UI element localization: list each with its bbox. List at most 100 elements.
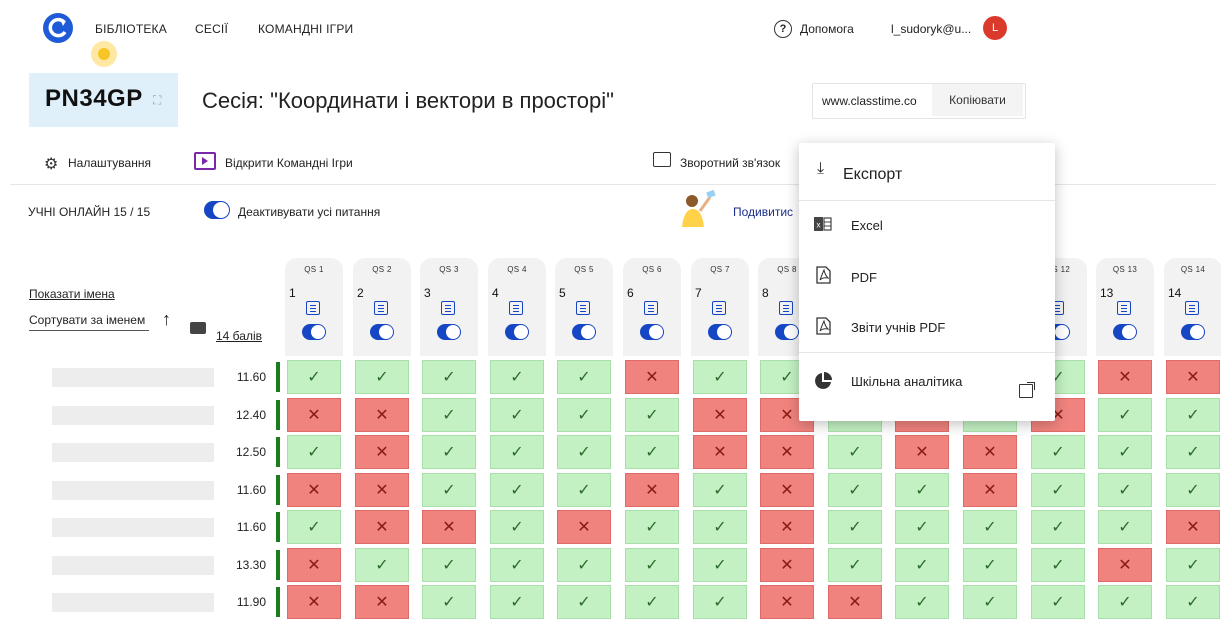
answer-cell-correct[interactable]: ✓ <box>625 510 679 544</box>
question-toggle[interactable] <box>370 324 394 340</box>
answer-cell-correct[interactable]: ✓ <box>1166 473 1220 507</box>
answer-cell-correct[interactable]: ✓ <box>287 510 341 544</box>
open-team-games-button[interactable]: Відкрити Командні Ігри <box>225 156 353 170</box>
answer-cell-correct[interactable]: ✓ <box>1031 585 1085 619</box>
student-name-placeholder[interactable] <box>52 556 214 575</box>
app-logo[interactable] <box>43 13 73 43</box>
answer-cell-incorrect[interactable]: ✕ <box>287 585 341 619</box>
sort-select[interactable]: Сортувати за іменем <box>29 313 149 331</box>
answer-cell-incorrect[interactable]: ✕ <box>1166 360 1220 394</box>
answer-cell-correct[interactable]: ✓ <box>963 510 1017 544</box>
answer-cell-correct[interactable]: ✓ <box>1166 398 1220 432</box>
school-analytics-item[interactable]: Шкільна аналітика <box>851 374 962 389</box>
avatar[interactable]: L <box>983 16 1007 40</box>
answer-cell-correct[interactable]: ✓ <box>1098 510 1152 544</box>
answer-cell-incorrect[interactable]: ✕ <box>355 473 409 507</box>
answer-cell-correct[interactable]: ✓ <box>422 435 476 469</box>
answer-cell-correct[interactable]: ✓ <box>355 548 409 582</box>
answer-cell-correct[interactable]: ✓ <box>895 473 949 507</box>
answer-cell-correct[interactable]: ✓ <box>625 398 679 432</box>
user-email[interactable]: l_sudoryk@u... <box>891 22 971 36</box>
answer-cell-correct[interactable]: ✓ <box>490 473 544 507</box>
answer-cell-incorrect[interactable]: ✕ <box>355 398 409 432</box>
answer-cell-incorrect[interactable]: ✕ <box>828 585 882 619</box>
student-name-placeholder[interactable] <box>52 481 214 500</box>
answer-cell-correct[interactable]: ✓ <box>422 360 476 394</box>
question-toggle[interactable] <box>505 324 529 340</box>
answer-cell-incorrect[interactable]: ✕ <box>760 585 814 619</box>
feedback-button[interactable]: Зворотний зв'язок <box>680 156 780 170</box>
answer-cell-correct[interactable]: ✓ <box>287 360 341 394</box>
answer-cell-correct[interactable]: ✓ <box>828 510 882 544</box>
answer-cell-correct[interactable]: ✓ <box>1031 473 1085 507</box>
answer-cell-correct[interactable]: ✓ <box>557 473 611 507</box>
external-link-icon[interactable] <box>1019 382 1035 398</box>
nav-team-games[interactable]: КОМАНДНІ ІГРИ <box>258 22 353 36</box>
question-toggle[interactable] <box>572 324 596 340</box>
answer-cell-correct[interactable]: ✓ <box>1098 585 1152 619</box>
answer-cell-incorrect[interactable]: ✕ <box>625 360 679 394</box>
answer-cell-incorrect[interactable]: ✕ <box>1098 360 1152 394</box>
answer-cell-correct[interactable]: ✓ <box>422 398 476 432</box>
nav-library[interactable]: БІБЛІОТЕКА <box>95 22 167 36</box>
answer-cell-correct[interactable]: ✓ <box>355 360 409 394</box>
question-toggle[interactable] <box>437 324 461 340</box>
question-column[interactable]: QS 4 4 <box>488 258 546 356</box>
answer-cell-incorrect[interactable]: ✕ <box>287 548 341 582</box>
export-excel-item[interactable]: Excel <box>851 218 883 233</box>
answer-cell-incorrect[interactable]: ✕ <box>693 398 747 432</box>
answer-cell-correct[interactable]: ✓ <box>1031 548 1085 582</box>
answer-cell-correct[interactable]: ✓ <box>422 473 476 507</box>
answer-cell-correct[interactable]: ✓ <box>557 398 611 432</box>
comment-icon[interactable] <box>190 322 206 334</box>
question-column[interactable]: QS 6 6 <box>623 258 681 356</box>
answer-cell-correct[interactable]: ✓ <box>490 585 544 619</box>
answer-cell-correct[interactable]: ✓ <box>557 360 611 394</box>
answer-cell-incorrect[interactable]: ✕ <box>355 585 409 619</box>
answer-cell-correct[interactable]: ✓ <box>895 510 949 544</box>
question-toggle[interactable] <box>640 324 664 340</box>
nav-sessions[interactable]: СЕСІЇ <box>195 22 228 36</box>
answer-cell-correct[interactable]: ✓ <box>1098 398 1152 432</box>
answer-cell-correct[interactable]: ✓ <box>422 548 476 582</box>
answer-cell-correct[interactable]: ✓ <box>1166 585 1220 619</box>
question-column[interactable]: QS 14 14 <box>1164 258 1221 356</box>
question-column[interactable]: QS 7 7 <box>691 258 749 356</box>
question-column[interactable]: QS 3 3 <box>420 258 478 356</box>
student-name-placeholder[interactable] <box>52 518 214 537</box>
answer-cell-incorrect[interactable]: ✕ <box>760 510 814 544</box>
answer-cell-incorrect[interactable]: ✕ <box>760 473 814 507</box>
settings-button[interactable]: Налаштування <box>68 156 151 170</box>
answer-cell-correct[interactable]: ✓ <box>490 360 544 394</box>
student-name-placeholder[interactable] <box>52 443 214 462</box>
answer-cell-incorrect[interactable]: ✕ <box>625 473 679 507</box>
answer-cell-correct[interactable]: ✓ <box>1166 435 1220 469</box>
answer-cell-correct[interactable]: ✓ <box>1166 548 1220 582</box>
answer-cell-correct[interactable]: ✓ <box>625 585 679 619</box>
question-column[interactable]: QS 13 13 <box>1096 258 1154 356</box>
answer-cell-correct[interactable]: ✓ <box>895 548 949 582</box>
answer-cell-correct[interactable]: ✓ <box>1031 435 1085 469</box>
answer-cell-correct[interactable]: ✓ <box>963 548 1017 582</box>
question-column[interactable]: QS 1 1 <box>285 258 343 356</box>
student-name-placeholder[interactable] <box>52 593 214 612</box>
student-name-placeholder[interactable] <box>52 406 214 425</box>
answer-cell-correct[interactable]: ✓ <box>828 473 882 507</box>
export-student-pdf-item[interactable]: Звіти учнів PDF <box>851 320 945 335</box>
question-column[interactable]: QS 2 2 <box>353 258 411 356</box>
student-name-placeholder[interactable] <box>52 368 214 387</box>
copy-button[interactable]: Копіювати <box>932 84 1023 116</box>
answer-cell-correct[interactable]: ✓ <box>1098 435 1152 469</box>
answer-cell-incorrect[interactable]: ✕ <box>693 435 747 469</box>
answer-cell-correct[interactable]: ✓ <box>895 585 949 619</box>
answer-cell-correct[interactable]: ✓ <box>693 510 747 544</box>
answer-cell-incorrect[interactable]: ✕ <box>760 548 814 582</box>
answer-cell-incorrect[interactable]: ✕ <box>355 510 409 544</box>
answer-cell-incorrect[interactable]: ✕ <box>963 435 1017 469</box>
answer-cell-incorrect[interactable]: ✕ <box>355 435 409 469</box>
answer-cell-correct[interactable]: ✓ <box>422 585 476 619</box>
question-toggle[interactable] <box>1113 324 1137 340</box>
question-toggle[interactable] <box>302 324 326 340</box>
answer-cell-correct[interactable]: ✓ <box>287 435 341 469</box>
answer-cell-correct[interactable]: ✓ <box>557 435 611 469</box>
